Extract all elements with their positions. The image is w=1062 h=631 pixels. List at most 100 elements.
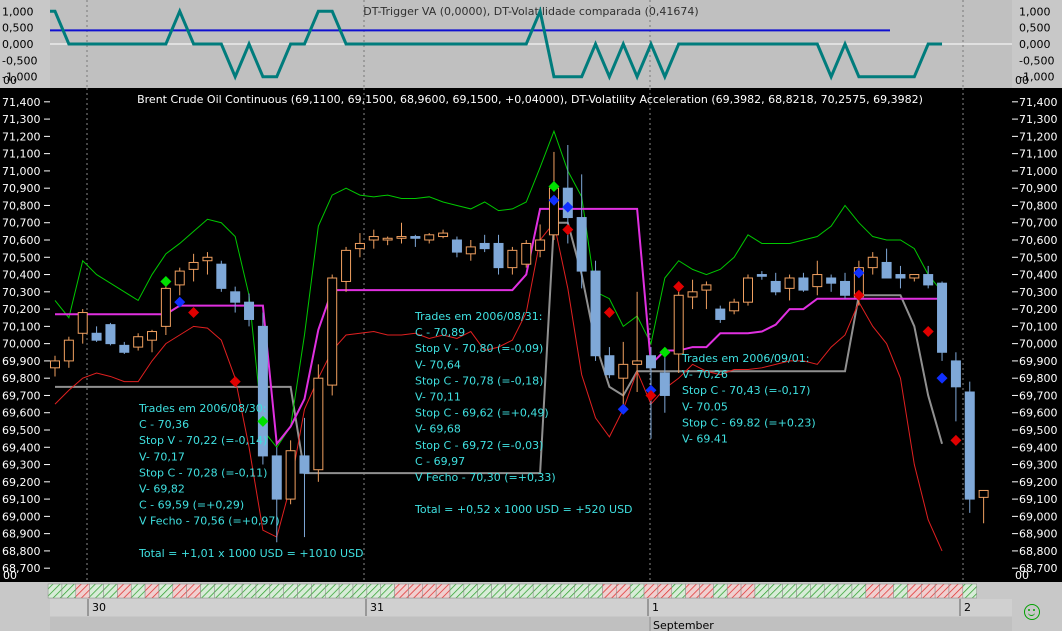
- candle-body-down: [659, 372, 670, 396]
- candle-body-up: [909, 274, 920, 279]
- session-segment: [962, 583, 977, 599]
- trade-note-line: Total = +0,52 x 1000 USD = +520 USD: [414, 503, 633, 516]
- candle-body-up: [313, 377, 324, 471]
- candle-body-up: [867, 256, 878, 269]
- session-segment: [865, 583, 880, 599]
- candle-body-down: [950, 360, 961, 388]
- trade-note-line: V- 70,17: [139, 450, 185, 463]
- trade-note-line: V- 70,26: [682, 368, 728, 381]
- y-tick-label-right: 69,300: [1019, 459, 1058, 472]
- candle-body-down: [881, 261, 892, 279]
- candle-body-up: [618, 363, 629, 379]
- session-segment: [740, 583, 756, 599]
- candle-body-up: [507, 249, 518, 269]
- candle-body-up: [521, 242, 532, 265]
- trade-note-line: Stop C - 69,62 (=+0,49): [415, 407, 549, 420]
- session-segment: [61, 583, 77, 599]
- trade-note-header: Trades em 2006/08/30:: [138, 402, 266, 415]
- trade-note-line: V- 69,82: [139, 483, 185, 496]
- session-segment: [47, 583, 63, 599]
- session-segment: [657, 583, 673, 599]
- trade-note-line: V Fecho - 70,56 (=+0,97): [139, 515, 280, 528]
- y-tick-label-left: 71,200: [2, 130, 41, 143]
- session-segment: [214, 583, 229, 599]
- candle-body-down: [840, 280, 851, 296]
- session-segment: [366, 583, 381, 599]
- session-segment: [754, 583, 770, 599]
- y-tick-label-right: 69,100: [1019, 493, 1058, 506]
- candle-body-down: [410, 236, 421, 239]
- y-tick-label-left: 70,000: [2, 338, 41, 351]
- session-segment: [117, 583, 132, 599]
- trade-note-line: Stop V - 70,80 (=-0,09): [415, 342, 543, 355]
- candle-body-up: [743, 277, 753, 303]
- candle-body-up: [354, 242, 365, 250]
- candle-body-down: [964, 391, 975, 500]
- y-tick-label-left: 69,200: [2, 476, 41, 489]
- candle-body-up: [368, 236, 379, 241]
- trade-note-line: V- 70.05: [682, 400, 728, 413]
- trade-note-line: Total = +1,01 x 1000 USD = +1010 USD: [138, 547, 364, 560]
- y-tick-label-right: 69,600: [1019, 407, 1058, 420]
- candle-body-up: [133, 336, 144, 348]
- candle-body-up: [729, 301, 740, 312]
- candle-body-down: [299, 455, 310, 474]
- session-segment: [699, 583, 714, 599]
- y-tick-label-right: 71,000: [1019, 165, 1058, 178]
- candle-body-down: [230, 291, 241, 303]
- session-segment: [851, 583, 867, 599]
- candle-body-up: [632, 360, 643, 365]
- candle-body-up: [202, 256, 213, 262]
- chart-canvas: 1,0000,5000,000-0,500-1,000 1,0000,5000,…: [0, 0, 1062, 631]
- top-panel-y-axis-right: 1,0000,5000,000-0,500-1,000: [1019, 5, 1054, 83]
- candle-body-up: [535, 239, 546, 251]
- candle-body-up: [396, 236, 407, 239]
- y-tick-label-left: 70,900: [2, 182, 41, 195]
- y-tick-label-left: 70,200: [2, 303, 41, 316]
- session-segment: [879, 583, 894, 599]
- session-segment: [228, 583, 243, 599]
- candle-body-up: [327, 277, 338, 386]
- session-segment: [893, 583, 908, 599]
- session-segment: [907, 583, 922, 599]
- y-tick-label-right: 70,500: [1019, 251, 1058, 264]
- candle-body-down: [923, 274, 934, 286]
- candle-body-down: [798, 277, 809, 291]
- candle-body-up: [50, 360, 60, 369]
- y-tick-label-right: 70,000: [1019, 338, 1058, 351]
- y-tick-label-right: 70,600: [1019, 234, 1058, 247]
- session-segment: [408, 583, 423, 599]
- session-segment: [768, 583, 783, 599]
- candle-body-up: [465, 246, 476, 255]
- y-tick-label-right: 70,100: [1019, 320, 1058, 333]
- candle-body-down: [479, 242, 490, 250]
- candle-body-down: [937, 282, 948, 353]
- trade-note-header: Trades em 2006/08/31:: [414, 310, 542, 323]
- candle-body-down: [105, 324, 116, 345]
- y-tick-label-right: 69,000: [1019, 510, 1058, 523]
- time-label: 31: [370, 601, 384, 614]
- y-tick-label-right: 70,400: [1019, 269, 1058, 282]
- session-segment: [477, 583, 492, 599]
- trade-note-line: Stop C - 70,78 (=-0,18): [415, 374, 543, 387]
- top-badge-right: 00: [1015, 74, 1029, 87]
- candle-body-up: [673, 294, 684, 355]
- top-tick-label-left: 0,500: [2, 22, 34, 35]
- candle-body-down: [826, 277, 837, 284]
- session-segment: [629, 583, 645, 599]
- candle-body-up: [382, 237, 393, 241]
- session-segment: [837, 583, 853, 599]
- session-segment: [491, 583, 506, 599]
- smiley-icon[interactable]: [1024, 604, 1040, 620]
- session-segment: [546, 583, 562, 599]
- candle-body-up: [438, 232, 449, 238]
- y-tick-label-right: 69,800: [1019, 372, 1058, 385]
- y-tick-label-left: 71,000: [2, 165, 41, 178]
- y-tick-label-right: 70,900: [1019, 182, 1058, 195]
- y-tick-label-left: 71,300: [2, 113, 41, 126]
- top-badge-left: 00: [3, 74, 17, 87]
- y-tick-label-left: 70,600: [2, 234, 41, 247]
- session-segment: [505, 583, 520, 599]
- session-segment: [89, 583, 104, 599]
- top-tick-label-right: 0,000: [1019, 38, 1051, 51]
